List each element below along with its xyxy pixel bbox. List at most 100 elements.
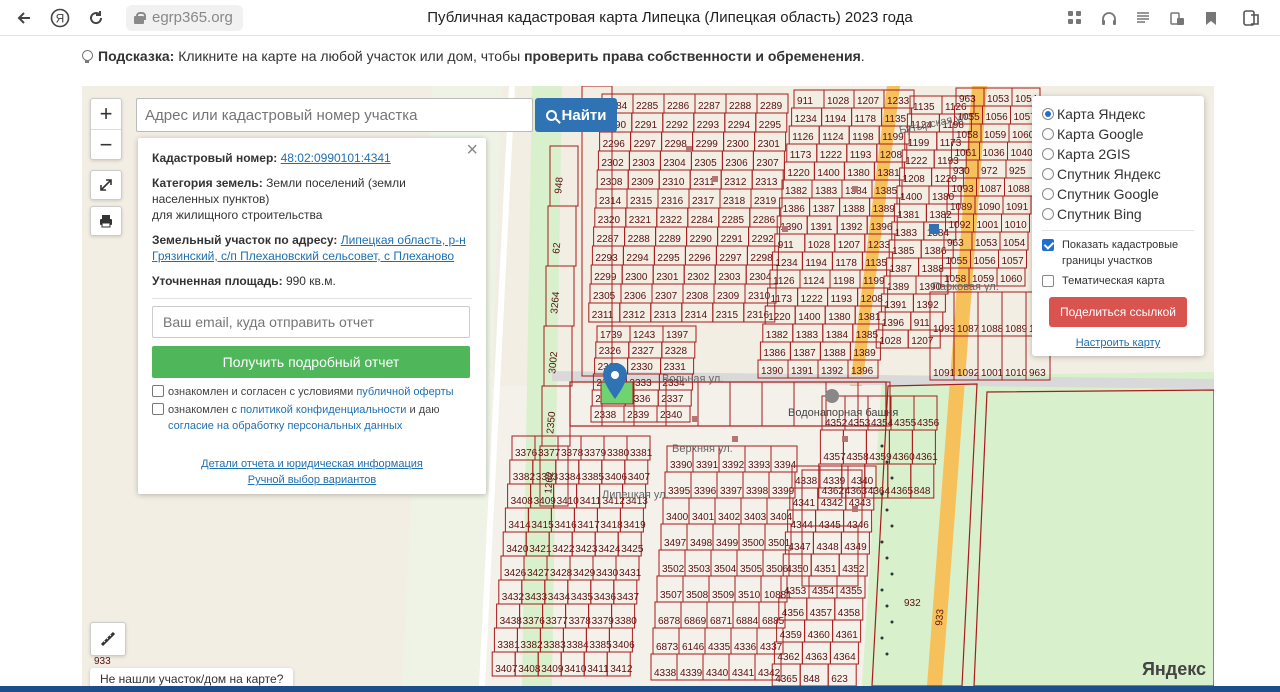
- layer-option[interactable]: Карта Яндекс: [1042, 104, 1194, 124]
- parcel-label: 1389: [873, 204, 896, 215]
- bookmark-icon[interactable]: [1194, 0, 1228, 36]
- building: [852, 506, 858, 512]
- reload-icon[interactable]: [78, 0, 114, 36]
- find-button[interactable]: Найти: [535, 98, 617, 132]
- parcel-label: 1040: [1011, 148, 1034, 159]
- checkbox[interactable]: [152, 385, 164, 397]
- parcel-label: 4360: [808, 630, 831, 641]
- privacy-agreement-checkbox[interactable]: ознакомлен с политикой конфиденциальност…: [152, 402, 472, 434]
- parcel-label: 3417: [577, 520, 600, 531]
- parcel-label: 1381: [897, 210, 920, 221]
- parcel-label: 62: [551, 242, 563, 254]
- layer-option[interactable]: Спутник Яндекс: [1042, 164, 1194, 184]
- profile-menu-icon[interactable]: [1234, 0, 1268, 36]
- close-icon[interactable]: ×: [466, 140, 478, 160]
- parcel-label: 3428: [550, 568, 573, 579]
- manual-selection-link[interactable]: Ручной выбор вариантов: [248, 474, 376, 486]
- radio-button[interactable]: [1042, 208, 1054, 220]
- cadastral-number-row: Кадастровый номер: 48:02:0990101:4341: [152, 150, 472, 166]
- parcel-label: 1386: [783, 204, 806, 215]
- parcel-label: 1199: [863, 276, 885, 287]
- parcel-label: 3406: [605, 472, 628, 483]
- parcel-label: 2315: [716, 310, 739, 321]
- grid-icon[interactable]: [1058, 0, 1092, 36]
- layer-option[interactable]: Карта Google: [1042, 124, 1194, 144]
- parcel-label: 1382: [766, 330, 789, 341]
- parcel-label: 3402: [718, 512, 741, 523]
- find-button-label: Найти: [561, 106, 607, 124]
- parcel-label: 2293: [595, 253, 618, 264]
- print-button[interactable]: [90, 206, 122, 236]
- privacy-policy-link[interactable]: политикой конфиденциальности: [240, 404, 406, 416]
- parcel-label: 2326: [599, 346, 622, 357]
- parcel-label: 925: [1009, 166, 1026, 177]
- area-row: Уточненная площадь: 990 кв.м.: [152, 273, 472, 289]
- radio-button[interactable]: [1042, 148, 1054, 160]
- parcel-label: 2302: [687, 272, 710, 283]
- parcel-label: 2300: [625, 272, 648, 283]
- show-borders-option[interactable]: Показать кадастровые границы участков: [1042, 237, 1194, 269]
- layer-option[interactable]: Спутник Google: [1042, 184, 1194, 204]
- checkbox[interactable]: [152, 403, 164, 415]
- checkbox[interactable]: [1042, 275, 1054, 287]
- parcel-label: 1386: [924, 246, 947, 257]
- personal-data-consent-link[interactable]: согласие на обработку персональных данны…: [168, 420, 402, 432]
- layer-option[interactable]: Спутник Bing: [1042, 204, 1194, 224]
- parcel-label: 2298: [750, 253, 773, 264]
- thematic-map-option[interactable]: Тематическая карта: [1042, 273, 1194, 289]
- map-dot: [880, 444, 884, 448]
- parcel-label: 1010: [1005, 220, 1028, 231]
- checkbox-checked[interactable]: [1042, 239, 1054, 251]
- cadastral-number-link[interactable]: 48:02:0990101:4341: [281, 151, 391, 165]
- parcel-label: 2327: [632, 346, 655, 357]
- parcel-label: 1055: [946, 256, 969, 267]
- back-arrow-icon[interactable]: [6, 0, 42, 36]
- zoom-in-button[interactable]: +: [91, 99, 121, 129]
- parcel-label: 2296: [603, 139, 626, 150]
- report-details-link[interactable]: Детали отчета и юридическая информация: [201, 458, 423, 470]
- map-dot: [885, 556, 889, 560]
- extension-icon[interactable]: [1160, 0, 1194, 36]
- radio-button[interactable]: [1042, 168, 1054, 180]
- parcel-label: 4359: [780, 630, 803, 641]
- land-category-label: Категория земель:: [152, 176, 263, 190]
- offer-agreement-checkbox[interactable]: ознакомлен и согласен с условиями публич…: [152, 384, 472, 400]
- parcel-label: 1090: [978, 202, 1001, 213]
- yandex-logo-icon[interactable]: Я: [42, 0, 78, 36]
- parcel-label: 1061: [955, 148, 978, 159]
- parcel-label: 4354: [812, 586, 835, 597]
- address-bar[interactable]: egrp365.org: [126, 4, 243, 31]
- zoom-out-button[interactable]: −: [91, 129, 121, 159]
- configure-map-link[interactable]: Настроить карту: [1076, 337, 1161, 349]
- parcel-label: 2293: [697, 120, 720, 131]
- parcel-label: 3508: [686, 590, 709, 601]
- parcel-label: 1053: [987, 94, 1010, 105]
- radio-button[interactable]: [1042, 128, 1054, 140]
- layer-option[interactable]: Карта 2GIS: [1042, 144, 1194, 164]
- email-field[interactable]: [152, 306, 470, 338]
- parcel-label: 2286: [753, 215, 776, 226]
- parcel-label: 3436: [594, 592, 617, 603]
- parcel-label: 1193: [850, 150, 872, 161]
- not-found-button[interactable]: Не нашли участок/дом на карте?: [90, 668, 294, 686]
- headphones-icon[interactable]: [1092, 0, 1126, 36]
- lock-icon: [134, 11, 146, 24]
- divider: [1042, 230, 1194, 231]
- location-pin-icon[interactable]: [601, 362, 629, 400]
- parcel-label: 1028: [879, 336, 902, 347]
- fullscreen-button[interactable]: [90, 170, 122, 200]
- share-link-button[interactable]: Поделиться ссылкой: [1049, 297, 1187, 327]
- ruler-button[interactable]: [90, 622, 126, 656]
- parcel-label: 4342: [821, 498, 844, 509]
- get-report-button[interactable]: Получить подробный отчет: [152, 346, 470, 378]
- address-row: Земельный участок по адресу: Липецкая об…: [152, 232, 472, 264]
- search-input[interactable]: [136, 98, 533, 132]
- layer-option-label: Карта 2GIS: [1057, 146, 1131, 162]
- building: [782, 226, 788, 232]
- public-offer-link[interactable]: публичной оферты: [356, 386, 453, 398]
- parcel-label: 3499: [716, 538, 739, 549]
- radio-button[interactable]: [1042, 188, 1054, 200]
- cadastral-map[interactable]: 2284 2285 2286 2287 2288 2289 2290 2291 2292 2293…: [82, 86, 1214, 686]
- reader-icon[interactable]: [1126, 0, 1160, 36]
- radio-button[interactable]: [1042, 108, 1054, 120]
